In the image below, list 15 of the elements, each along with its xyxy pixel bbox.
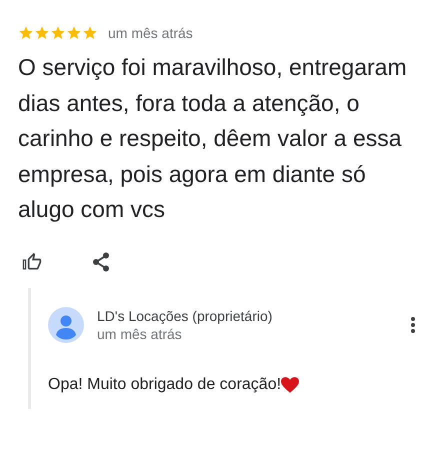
reply-text: Opa! Muito obrigado de coração! — [48, 374, 282, 394]
star-icon — [34, 25, 50, 41]
more-options-icon[interactable] — [410, 316, 416, 334]
review-text: O serviço foi maravilhoso, entregaram dias antes, fora toda a atenção, o carinho e respeito, dêem valor a essa empresa, pois agora em diante só alugo com vcs — [18, 53, 408, 224]
share-icon[interactable] — [92, 252, 110, 272]
review-time: um mês atrás — [108, 24, 193, 42]
star-icon — [50, 25, 66, 41]
star-icon — [82, 25, 98, 41]
star-icon — [18, 25, 34, 41]
star-icon — [66, 25, 82, 41]
heart-icon — [281, 376, 300, 392]
owner-name: LD's Locações (proprietário) — [97, 306, 274, 324]
reply-time: um mês atrás — [97, 324, 183, 342]
thumbs-up-icon[interactable] — [22, 252, 42, 272]
avatar-icon — [48, 306, 84, 342]
